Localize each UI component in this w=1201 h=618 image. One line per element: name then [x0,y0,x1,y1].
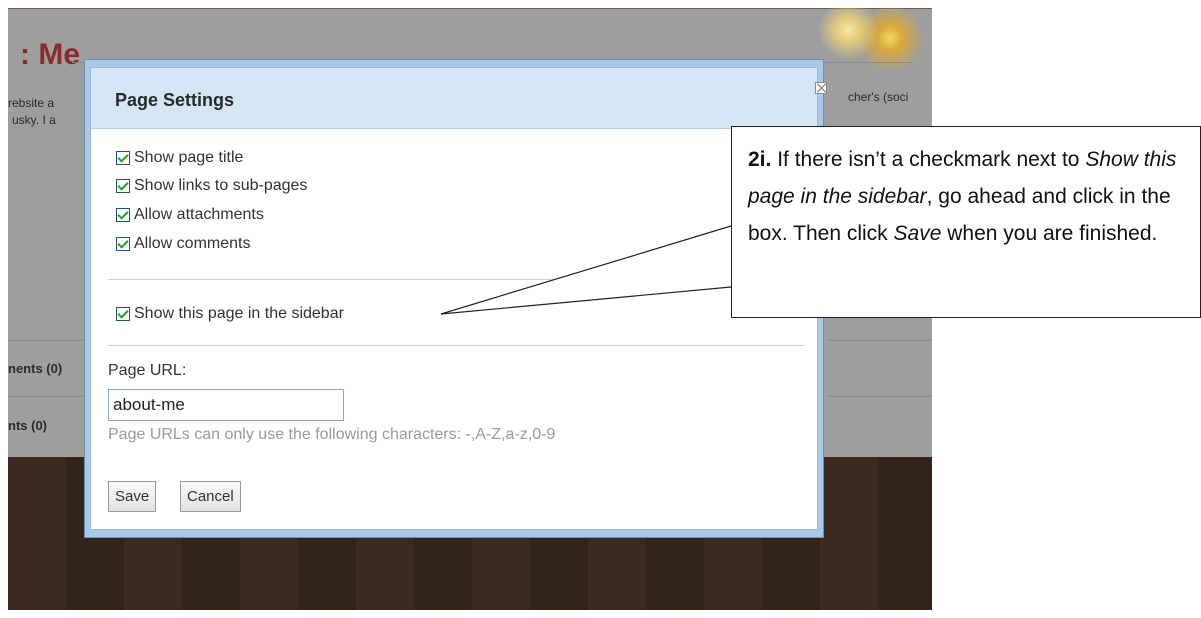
callout-pointer [440,225,732,315]
